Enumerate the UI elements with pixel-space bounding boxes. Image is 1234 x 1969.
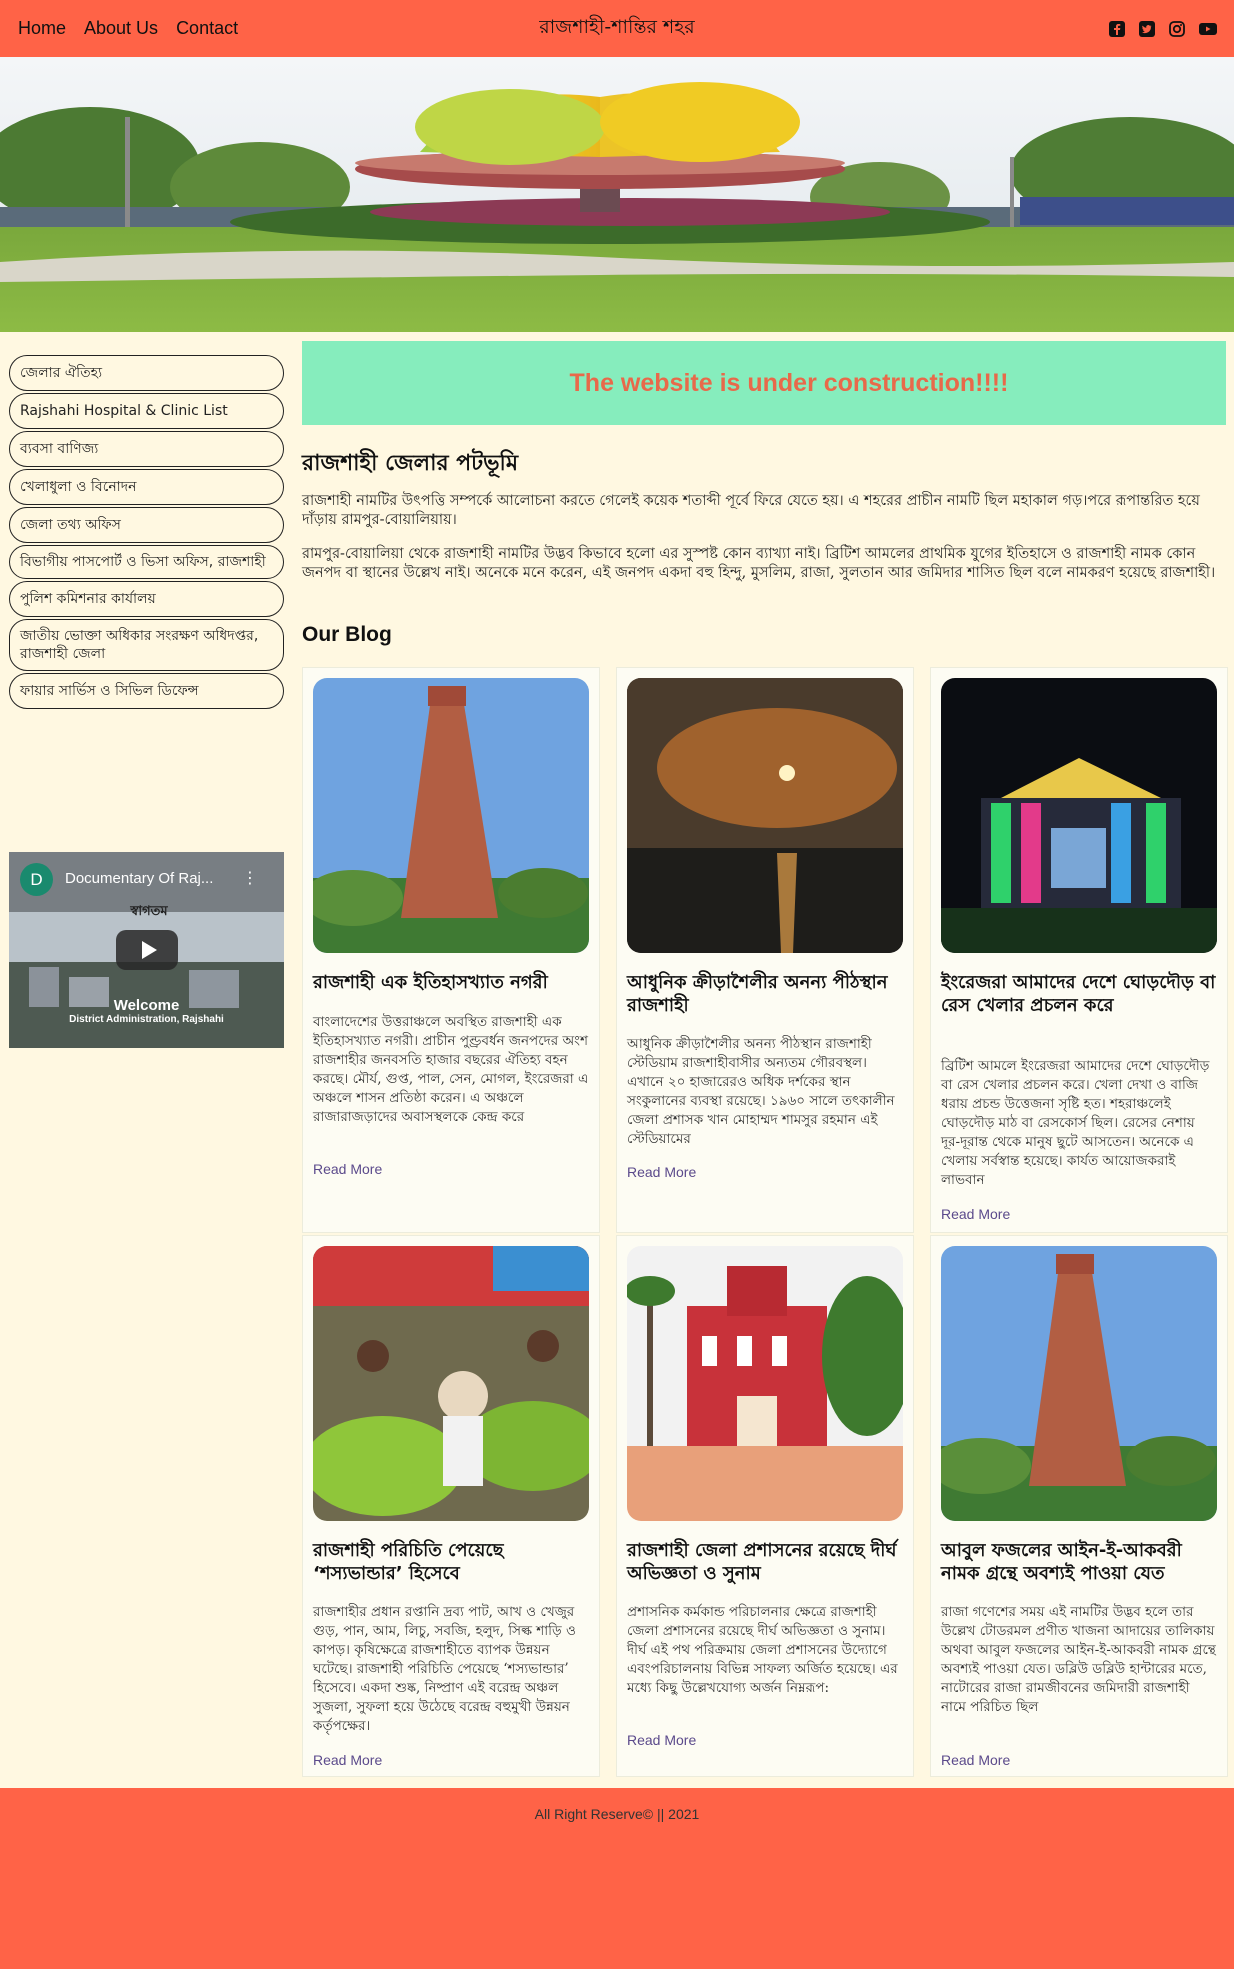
read-more-link[interactable]: Read More [627,1732,696,1748]
sidebar-item-hospital-list[interactable]: Rajshahi Hospital & Clinic List [9,393,284,429]
blog-heading: Our Blog [302,623,392,646]
channel-avatar: D [20,863,53,896]
youtube-icon[interactable] [1198,20,1217,38]
read-more-link[interactable]: Read More [627,1164,696,1180]
intro-paragraph-2: রামপুর-বোয়ালিয়া থেকে রাজশাহী নামটির উদ… [302,546,1216,581]
card-image [941,1246,1217,1521]
blog-card: রাজশাহী এক ইতিহাসখ্যাত নগরী বাংলাদেশের উ… [302,667,600,1233]
blog-card: আবুল ফজলের আইন-ই-আকবরী নামক গ্রন্থে অবশ্… [930,1235,1228,1777]
social-links [1108,20,1217,38]
card-excerpt: ব্রিটিশ আমলে ইংরেজরা আমাদের দেশে ঘোড়দৌড… [941,1058,1210,1188]
card-excerpt: আধুনিক ক্রীড়াশৈলীর অনন্য পীঠস্থান রাজশা… [627,1036,895,1147]
nav-links: Home About Us Contact [18,18,238,39]
blog-card: ইংরেজরা আমাদের দেশে ঘোড়দৌড় বা রেস খেলা… [930,667,1228,1233]
read-more-link[interactable]: Read More [313,1161,382,1177]
card-excerpt: রাজশাহীর প্রধান রপ্তানি দ্রব্য পাট, আখ ও… [313,1604,576,1734]
blog-card: রাজশাহী পরিচিতি পেয়েছে ‘শস্যভান্ডার’ হি… [302,1235,600,1777]
video-subtitle: District Administration, Rajshahi [69,1014,224,1025]
footer: All Right Reserve© || 2021 [0,1788,1234,1969]
card-title[interactable]: ইংরেজরা আমাদের দেশে ঘোড়দৌড় বা রেস খেলা… [941,971,1217,1017]
sidebar-item-business[interactable]: ব্যবসা বাণিজ্য [9,431,284,467]
card-excerpt: রাজা গণেশের সময় এই নামটির উদ্ভব হলে তার… [941,1604,1216,1715]
top-navbar: Home About Us Contact রাজশাহী-শান্তির শহ… [0,0,1234,57]
sidebar-item-info-office[interactable]: জেলা তথ্য অফিস [9,507,284,543]
sidebar-item-fire-service[interactable]: ফায়ার সার্ভিস ও সিভিল ডিফেন্স [9,673,284,709]
instagram-icon[interactable] [1168,20,1186,38]
intro-paragraph-1: রাজশাহী নামটির উৎপত্তি সম্পর্কে আলোচনা ক… [302,493,1200,528]
video-welcome-text: Welcome [113,997,180,1014]
hero-image [0,57,1234,332]
card-title[interactable]: আবুল ফজলের আইন-ই-আকবরী নামক গ্রন্থে অবশ্… [941,1539,1217,1585]
card-title[interactable]: আধুনিক ক্রীড়াশৈলীর অনন্য পীঠস্থান রাজশা… [627,971,903,1017]
card-image [627,678,903,953]
card-excerpt: প্রশাসনিক কর্মকান্ড পরিচালনার ক্ষেত্রে র… [627,1604,898,1696]
card-title[interactable]: রাজশাহী এক ইতিহাসখ্যাত নগরী [313,971,589,994]
card-image [313,678,589,953]
sidebar-item-sports[interactable]: খেলাধুলা ও বিনোদন [9,469,284,505]
banner-text: The website is under construction!!!! [569,368,1009,397]
sidebar-item-heritage[interactable]: জেলার ঐতিহ্য [9,355,284,391]
blog-card: আধুনিক ক্রীড়াশৈলীর অনন্য পীঠস্থান রাজশা… [616,667,914,1233]
footer-copyright: All Right Reserve© || 2021 [534,1806,700,1822]
video-title[interactable]: Documentary Of Raj... [65,870,213,887]
read-more-link[interactable]: Read More [941,1752,1010,1768]
card-title[interactable]: রাজশাহী পরিচিতি পেয়েছে ‘শস্যভান্ডার’ হি… [313,1539,589,1585]
twitter-icon[interactable] [1138,20,1156,38]
sidebar-item-consumer-rights[interactable]: জাতীয় ভোক্তা অধিকার সংরক্ষণ অধিদপ্তর, র… [9,619,284,671]
construction-banner: The website is under construction!!!! [302,341,1226,425]
more-vert-icon[interactable]: ⋮ [242,868,258,887]
card-excerpt: বাংলাদেশের উত্তরাঞ্চলে অবস্থিত রাজশাহী এ… [313,1014,589,1125]
sidebar-menu: জেলার ঐতিহ্য Rajshahi Hospital & Clinic … [9,355,284,711]
nav-contact-link[interactable]: Contact [176,18,238,39]
blog-card: রাজশাহী জেলা প্রশাসনের রয়েছে দীর্ঘ অভিজ… [616,1235,914,1777]
card-image [941,678,1217,953]
sidebar-item-passport-office[interactable]: বিভাগীয় পাসপোর্ট ও ভিসা অফিস, রাজশাহী [9,545,284,579]
play-icon[interactable] [116,930,178,970]
nav-home-link[interactable]: Home [18,18,66,39]
facebook-icon[interactable] [1108,20,1126,38]
video-embed[interactable]: D Documentary Of Raj... ⋮ স্বাগতম Welcom… [9,852,284,1048]
read-more-link[interactable]: Read More [313,1752,382,1768]
section-title: রাজশাহী জেলার পটভূমি [302,451,519,476]
card-image [627,1246,903,1521]
read-more-link[interactable]: Read More [941,1206,1010,1222]
nav-about-link[interactable]: About Us [84,18,158,39]
card-image [313,1246,589,1521]
sidebar-item-police-commissioner[interactable]: পুলিশ কমিশনার কার্যালয় [9,581,284,617]
card-title[interactable]: রাজশাহী জেলা প্রশাসনের রয়েছে দীর্ঘ অভিজ… [627,1539,903,1585]
video-logo-text: স্বাগতম [130,904,168,919]
